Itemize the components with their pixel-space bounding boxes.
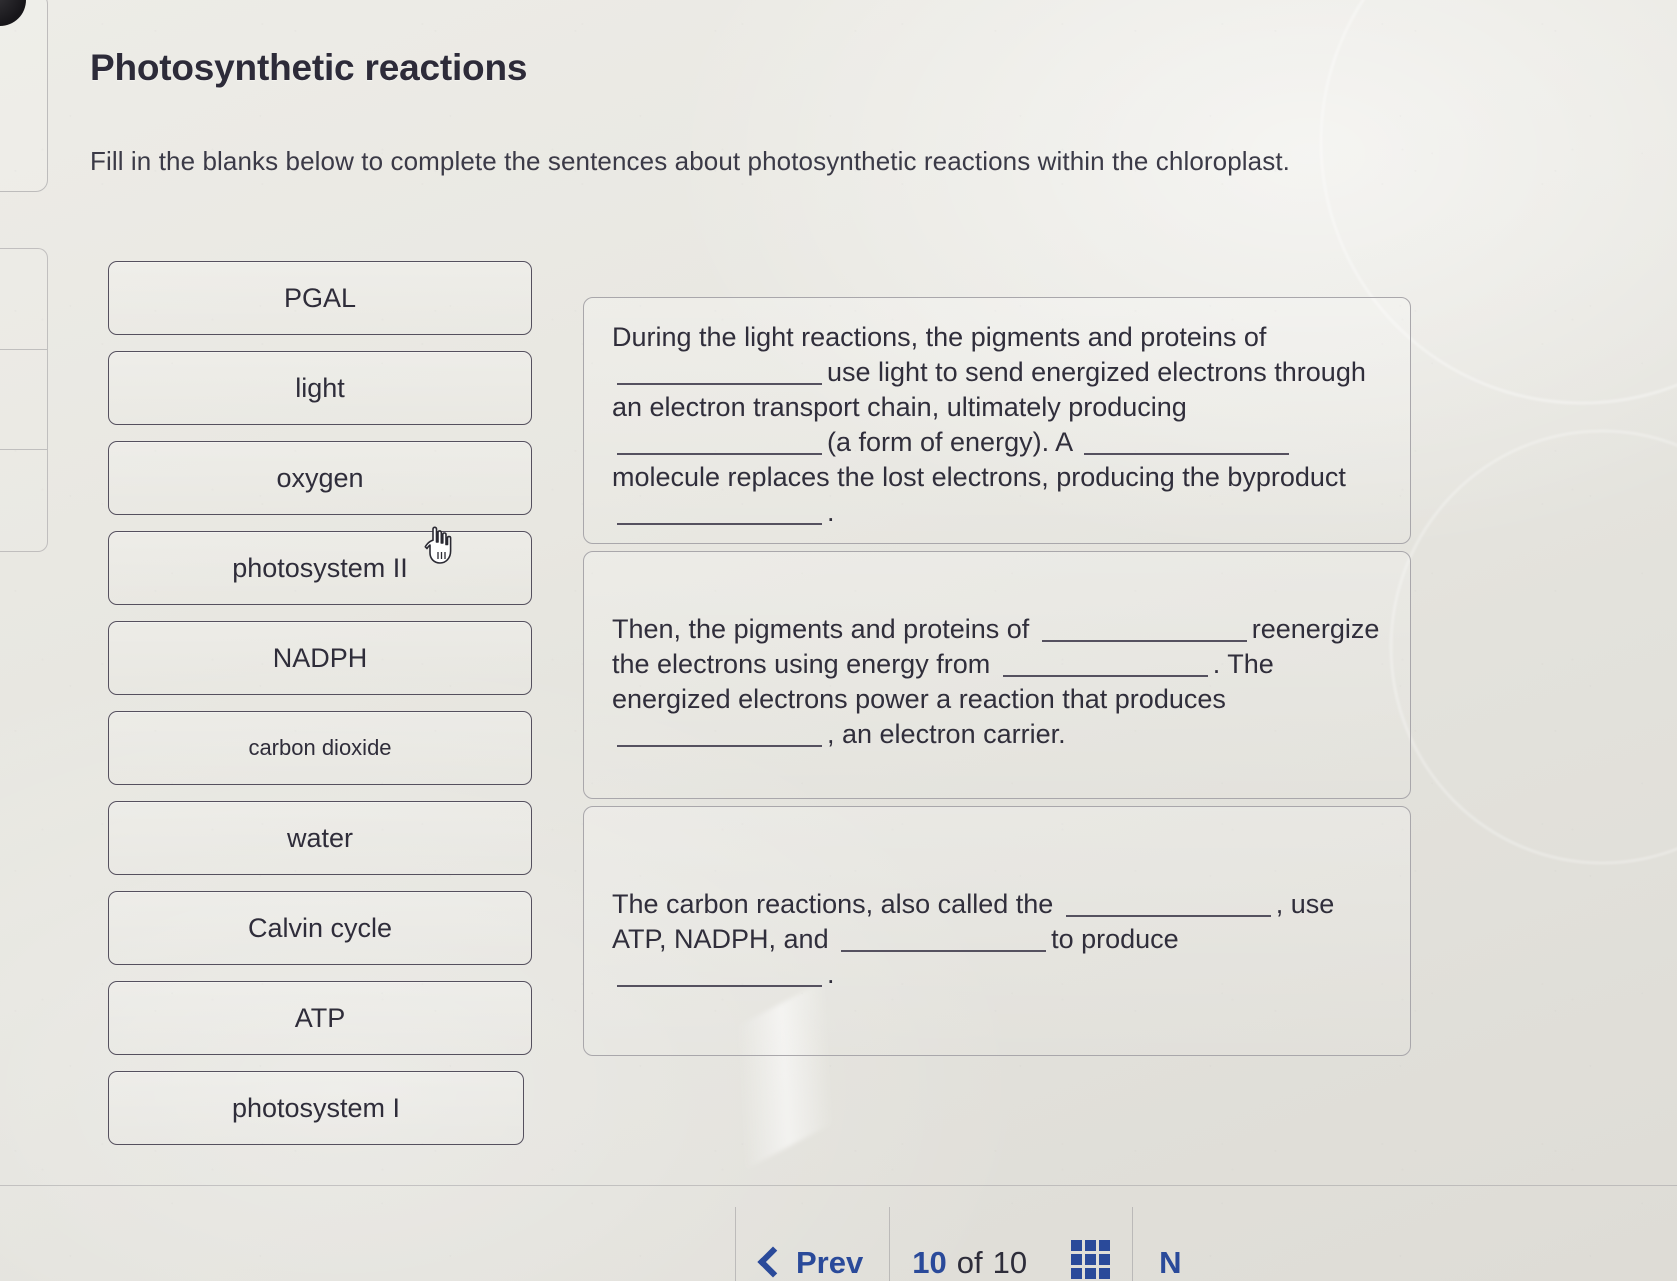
word-bank-chip[interactable]: ATP (108, 981, 532, 1055)
instructions-text: Fill in the blanks below to complete the… (90, 146, 1290, 176)
word-bank-chip-label: carbon dioxide (248, 735, 392, 760)
answer-blank[interactable] (841, 924, 1047, 952)
panel-text: The carbon reactions, also called the , … (612, 887, 1382, 992)
sentence-fragment: . (827, 497, 835, 527)
answer-blank[interactable] (1065, 889, 1271, 917)
chevron-left-icon (757, 1246, 789, 1278)
answer-blank[interactable] (617, 357, 822, 385)
prev-button[interactable]: Prev (736, 1207, 889, 1281)
word-bank-chip[interactable]: light (108, 351, 532, 425)
word-bank-chip[interactable]: photosystem II (108, 531, 532, 605)
word-bank-chip-label: PGAL (283, 282, 357, 313)
answer-blank[interactable] (1041, 614, 1247, 642)
answer-blank[interactable] (617, 959, 822, 987)
sentence-fragment: . (827, 959, 835, 989)
question-counter: 10 of 10 (890, 1207, 1049, 1281)
word-bank-chip-label: oxygen (276, 462, 364, 493)
word-bank-chip[interactable]: carbon dioxide (108, 711, 532, 785)
word-bank-chip[interactable]: Calvin cycle (108, 891, 532, 965)
panel-text: During the light reactions, the pigments… (612, 320, 1382, 530)
word-bank-chip-label: photosystem II (232, 552, 408, 583)
sentence-fragment: (a form of energy). A (827, 427, 1080, 457)
grid-icon (1071, 1240, 1111, 1279)
bottom-navigation-bar: Prev 10 of 10 N (735, 1206, 1355, 1281)
question-grid-button[interactable] (1049, 1207, 1132, 1281)
next-button[interactable]: N (1133, 1207, 1207, 1281)
sentence-fragment: During the light reactions, the pigments… (612, 322, 1267, 352)
word-bank-chip-label: NADPH (272, 642, 368, 673)
word-bank-chip[interactable]: PGAL (108, 261, 532, 335)
word-bank-chip[interactable]: NADPH (108, 621, 532, 695)
sentence-fragment: to produce (1051, 924, 1179, 954)
sentence-fragment: The carbon reactions, also called the (612, 889, 1061, 919)
answer-blank[interactable] (617, 719, 822, 747)
sentence-panel-light-reactions[interactable]: During the light reactions, the pigments… (583, 297, 1411, 544)
left-list-divider (0, 449, 47, 450)
word-bank-chip-label: photosystem I (231, 1092, 401, 1123)
left-edge-list[interactable]: es (0, 248, 48, 552)
sentence-fragment: , an electron carrier. (827, 719, 1066, 749)
sentence-fragment: molecule replaces the lost electrons, pr… (612, 462, 1346, 492)
word-bank-chip-label: ATP (294, 1002, 346, 1033)
bottom-divider (0, 1185, 1677, 1186)
answer-blank[interactable] (617, 497, 822, 525)
counter-of: of (956, 1245, 983, 1280)
word-bank: PGAL light oxygen photosystem II NADPH carbon… (108, 261, 532, 1161)
word-bank-chip-label: light (295, 372, 345, 403)
answer-blank[interactable] (1084, 427, 1290, 455)
word-bank-chip[interactable]: water (108, 801, 532, 875)
prev-button-label: Prev (796, 1245, 864, 1280)
word-bank-chip-label: Calvin cycle (247, 912, 393, 943)
word-bank-chip[interactable]: photosystem I (108, 1071, 524, 1145)
word-bank-chip[interactable]: oxygen (108, 441, 532, 515)
page-title: Photosynthetic reactions (90, 46, 528, 88)
word-bank-chip-label: water (286, 822, 354, 853)
panel-text: Then, the pigments and proteins of reene… (612, 612, 1382, 752)
next-button-label: N (1159, 1245, 1182, 1280)
sentence-fragment: Then, the pigments and proteins of (612, 614, 1037, 644)
answer-blank[interactable] (617, 427, 822, 455)
answer-blank[interactable] (1002, 649, 1208, 677)
sentence-panel-photosystem-i[interactable]: Then, the pigments and proteins of reene… (583, 551, 1411, 799)
counter-total: 10 (992, 1245, 1028, 1280)
left-list-divider (0, 349, 47, 350)
sentence-panel-carbon-reactions[interactable]: The carbon reactions, also called the , … (583, 806, 1411, 1056)
counter-current: 10 (912, 1245, 947, 1280)
left-edge-panel (0, 0, 48, 192)
